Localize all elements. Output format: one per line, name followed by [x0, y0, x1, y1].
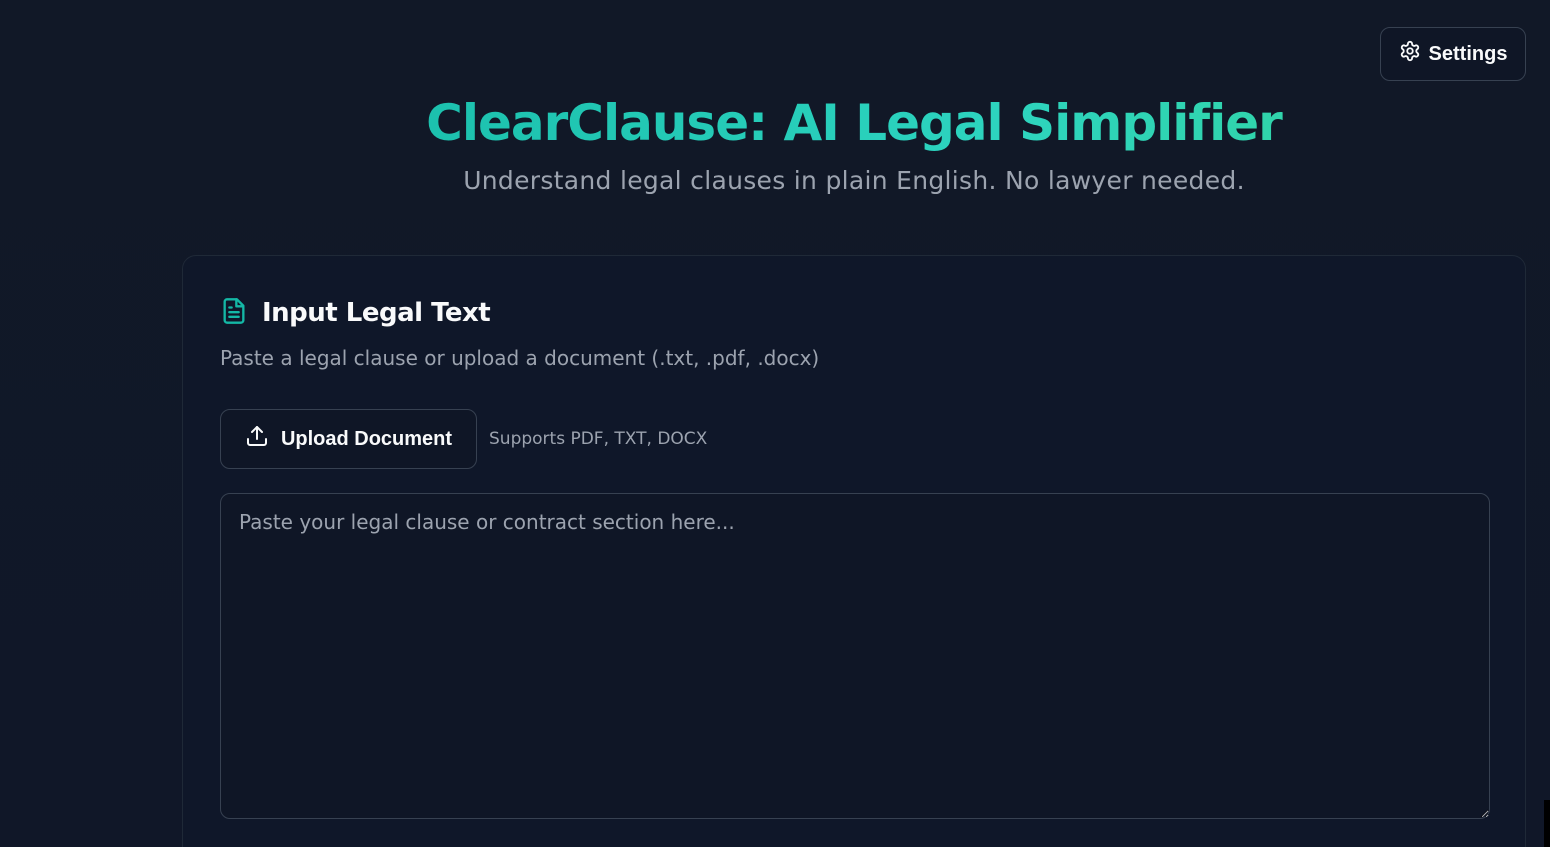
settings-label: Settings: [1428, 42, 1508, 65]
input-card: Input Legal Text Paste a legal clause or…: [182, 255, 1526, 847]
edge-shadow: [1544, 800, 1550, 847]
page-title: ClearClause: AI Legal Simplifier: [158, 88, 1550, 158]
card-title: Input Legal Text: [262, 298, 491, 328]
upload-row: Upload Document Supports PDF, TXT, DOCX: [220, 409, 707, 469]
legal-text-input[interactable]: [220, 493, 1490, 819]
settings-button[interactable]: Settings: [1380, 27, 1526, 81]
upload-document-button[interactable]: Upload Document: [220, 409, 477, 469]
document-icon: [220, 296, 248, 330]
upload-button-label: Upload Document: [280, 427, 453, 450]
page-subtitle: Understand legal clauses in plain Englis…: [463, 166, 1245, 195]
card-header: Input Legal Text: [220, 296, 491, 330]
card-description: Paste a legal clause or upload a documen…: [220, 346, 820, 370]
upload-icon: [245, 424, 269, 454]
app-page: Settings ClearClause: AI Legal Simplifie…: [0, 0, 1550, 847]
gear-icon: [1399, 40, 1421, 68]
upload-hint: Supports PDF, TXT, DOCX: [489, 429, 708, 449]
page-header: ClearClause: AI Legal Simplifier Underst…: [0, 88, 1550, 195]
